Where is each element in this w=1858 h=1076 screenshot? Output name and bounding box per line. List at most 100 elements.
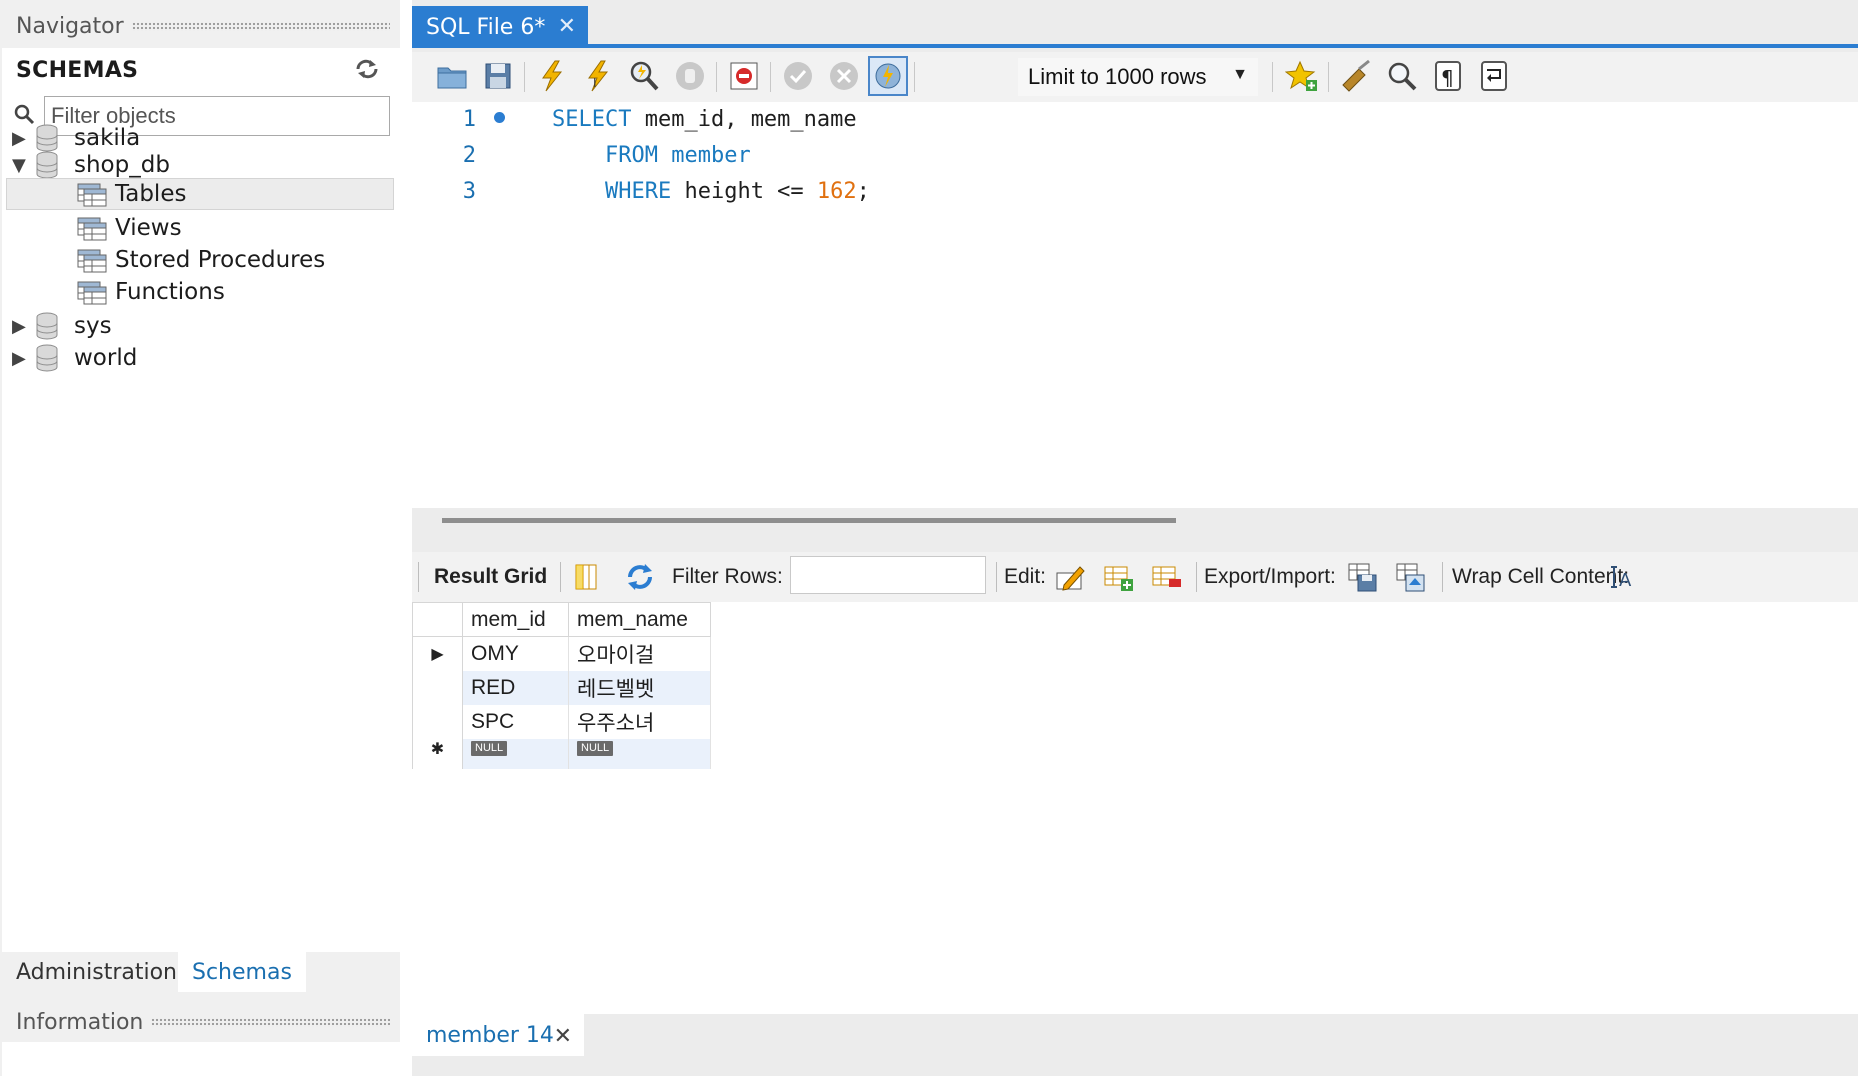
sql-text: mem_id, mem_name bbox=[631, 107, 857, 132]
cell-mem-id[interactable]: SPC bbox=[462, 704, 569, 739]
sql-keyword: WHERE bbox=[604, 179, 672, 204]
tree-item-label: Tables bbox=[115, 181, 187, 207]
row-header-corner bbox=[412, 602, 463, 637]
refresh-results-icon[interactable] bbox=[624, 552, 656, 602]
line-number: 3 bbox=[462, 179, 476, 204]
result-tab-bar: member 14 ✕ bbox=[412, 1014, 1858, 1056]
tab-sql-file[interactable]: SQL File 6* ✕ bbox=[412, 6, 588, 48]
table-header-row: mem_id mem_name bbox=[412, 602, 711, 637]
navigator-tabs: Administration Schemas bbox=[0, 952, 400, 992]
new-row[interactable]: ✱ NULL NULL bbox=[412, 738, 711, 769]
stop-icon[interactable] bbox=[670, 56, 710, 96]
toggle-error-icon[interactable] bbox=[724, 56, 764, 96]
import-icon[interactable] bbox=[1394, 552, 1426, 602]
views-folder-icon bbox=[77, 217, 107, 241]
title-grip bbox=[151, 1017, 390, 1027]
refresh-schemas-icon[interactable] bbox=[354, 58, 380, 80]
open-file-icon[interactable] bbox=[432, 56, 472, 96]
collapse-arrow-icon[interactable]: ▼ bbox=[12, 155, 34, 176]
tree-item-tables[interactable]: Tables bbox=[6, 178, 394, 210]
result-grid-button[interactable]: Result Grid bbox=[434, 552, 547, 602]
sql-keyword: FROM bbox=[604, 143, 658, 168]
expand-arrow-icon[interactable]: ▶ bbox=[12, 316, 34, 337]
cell-mem-id[interactable]: OMY bbox=[462, 636, 569, 671]
tree-item-sys[interactable]: ▶ sys bbox=[12, 310, 112, 342]
sql-table-name: member bbox=[671, 143, 751, 168]
tab-member-result[interactable]: member 14 ✕ bbox=[412, 1014, 584, 1056]
toolbar-separator bbox=[996, 562, 997, 592]
dropdown-arrow-icon[interactable]: ▼ bbox=[1232, 66, 1248, 84]
save-icon[interactable] bbox=[478, 56, 518, 96]
expand-arrow-icon[interactable]: ▶ bbox=[12, 128, 34, 149]
tree-item-shop-db[interactable]: ▼ shop_db bbox=[12, 149, 170, 181]
execute-icon[interactable] bbox=[532, 56, 572, 96]
wrap-lines-icon[interactable] bbox=[1474, 56, 1514, 96]
edit-label: Edit: bbox=[1004, 565, 1047, 588]
invisible-chars-icon[interactable]: ¶ bbox=[1428, 56, 1468, 96]
cell-mem-name[interactable]: 오마이걸 bbox=[568, 636, 711, 671]
tables-folder-icon bbox=[77, 183, 107, 207]
column-header-mem-id[interactable]: mem_id bbox=[462, 602, 569, 637]
cell-mem-name[interactable]: 레드벨벳 bbox=[568, 670, 711, 705]
result-grid: mem_id mem_name ▶ OMY 오마이걸 RED 레드벨벳 SPC bbox=[412, 602, 1858, 1014]
tree-item-views[interactable]: Views bbox=[77, 212, 182, 244]
insert-row-icon[interactable] bbox=[1102, 552, 1134, 602]
sql-number: 162 bbox=[816, 179, 857, 204]
execute-current-icon[interactable]: I bbox=[578, 56, 618, 96]
wrap-cell-content-icon[interactable]: A bbox=[1608, 552, 1640, 602]
sql-keyword: SELECT bbox=[552, 107, 632, 132]
limit-rows-label: Limit to 1000 rows bbox=[1028, 64, 1207, 89]
information-title-bar: Information bbox=[0, 1002, 400, 1042]
cell-mem-name-new[interactable]: NULL bbox=[568, 738, 711, 769]
cell-mem-id-new[interactable]: NULL bbox=[462, 738, 569, 769]
explain-icon[interactable] bbox=[624, 56, 664, 96]
form-editor-icon[interactable] bbox=[570, 552, 602, 602]
navigator-title-bar: Navigator bbox=[0, 6, 400, 46]
tab-label: SQL File 6* bbox=[426, 14, 546, 40]
toolbar-separator bbox=[1442, 562, 1443, 592]
delete-row-icon[interactable] bbox=[1150, 552, 1182, 602]
autocommit-icon[interactable] bbox=[868, 56, 908, 96]
add-snippet-icon[interactable] bbox=[1282, 56, 1322, 96]
table-row[interactable]: SPC 우주소녀 bbox=[412, 704, 711, 739]
rollback-icon[interactable] bbox=[824, 56, 864, 96]
tree-item-functions[interactable]: Functions bbox=[77, 276, 225, 308]
table-row[interactable]: ▶ OMY 오마이걸 bbox=[412, 636, 711, 671]
schemas-header: SCHEMAS bbox=[16, 58, 139, 83]
filter-rows-input[interactable] bbox=[790, 556, 986, 594]
export-icon[interactable] bbox=[1346, 552, 1378, 602]
line-number: 1 bbox=[462, 107, 476, 132]
tab-administration[interactable]: Administration bbox=[2, 952, 191, 992]
sql-editor-toolbar: I Limit to 1000 rows ▼ ¶ bbox=[412, 52, 1858, 102]
cell-mem-name[interactable]: 우주소녀 bbox=[568, 704, 711, 739]
tab-label: member 14 bbox=[426, 1022, 554, 1048]
tree-item-label: shop_db bbox=[74, 152, 170, 178]
beautify-icon[interactable] bbox=[1336, 56, 1376, 96]
main-area: SQL File 6* ✕ I Limit to 1000 rows ▼ ¶ 1… bbox=[412, 0, 1858, 1076]
tab-schemas[interactable]: Schemas bbox=[178, 952, 306, 992]
commit-icon[interactable] bbox=[778, 56, 818, 96]
column-header-mem-name[interactable]: mem_name bbox=[568, 602, 711, 637]
new-row-marker-icon: ✱ bbox=[412, 738, 463, 769]
tree-item-label: world bbox=[74, 345, 138, 371]
toolbar-separator bbox=[914, 62, 915, 92]
cell-mem-id[interactable]: RED bbox=[462, 670, 569, 705]
horizontal-scrollbar[interactable] bbox=[442, 518, 1176, 523]
edit-row-icon[interactable] bbox=[1054, 552, 1086, 602]
stored-procedures-folder-icon bbox=[77, 249, 107, 273]
result-table: mem_id mem_name ▶ OMY 오마이걸 RED 레드벨벳 SPC bbox=[412, 602, 711, 769]
title-grip bbox=[131, 21, 390, 31]
table-row[interactable]: RED 레드벨벳 bbox=[412, 670, 711, 705]
toolbar-separator bbox=[1272, 62, 1273, 92]
close-tab-icon[interactable]: ✕ bbox=[554, 1024, 572, 1049]
limit-rows-select[interactable]: Limit to 1000 rows ▼ bbox=[1018, 58, 1258, 96]
navigator-panel: Navigator SCHEMAS ▶ sakila ▼ shop_db Tab… bbox=[0, 0, 400, 1076]
expand-arrow-icon[interactable]: ▶ bbox=[12, 348, 34, 369]
find-icon[interactable] bbox=[1382, 56, 1422, 96]
sql-editor[interactable]: 1 SELECT mem_id, mem_name 2 FROM member … bbox=[412, 102, 1858, 508]
close-tab-icon[interactable]: ✕ bbox=[558, 14, 576, 39]
filter-rows-label: Filter Rows: bbox=[672, 565, 783, 588]
tree-item-stored-procedures[interactable]: Stored Procedures bbox=[77, 244, 325, 276]
tree-item-world[interactable]: ▶ world bbox=[12, 342, 137, 374]
